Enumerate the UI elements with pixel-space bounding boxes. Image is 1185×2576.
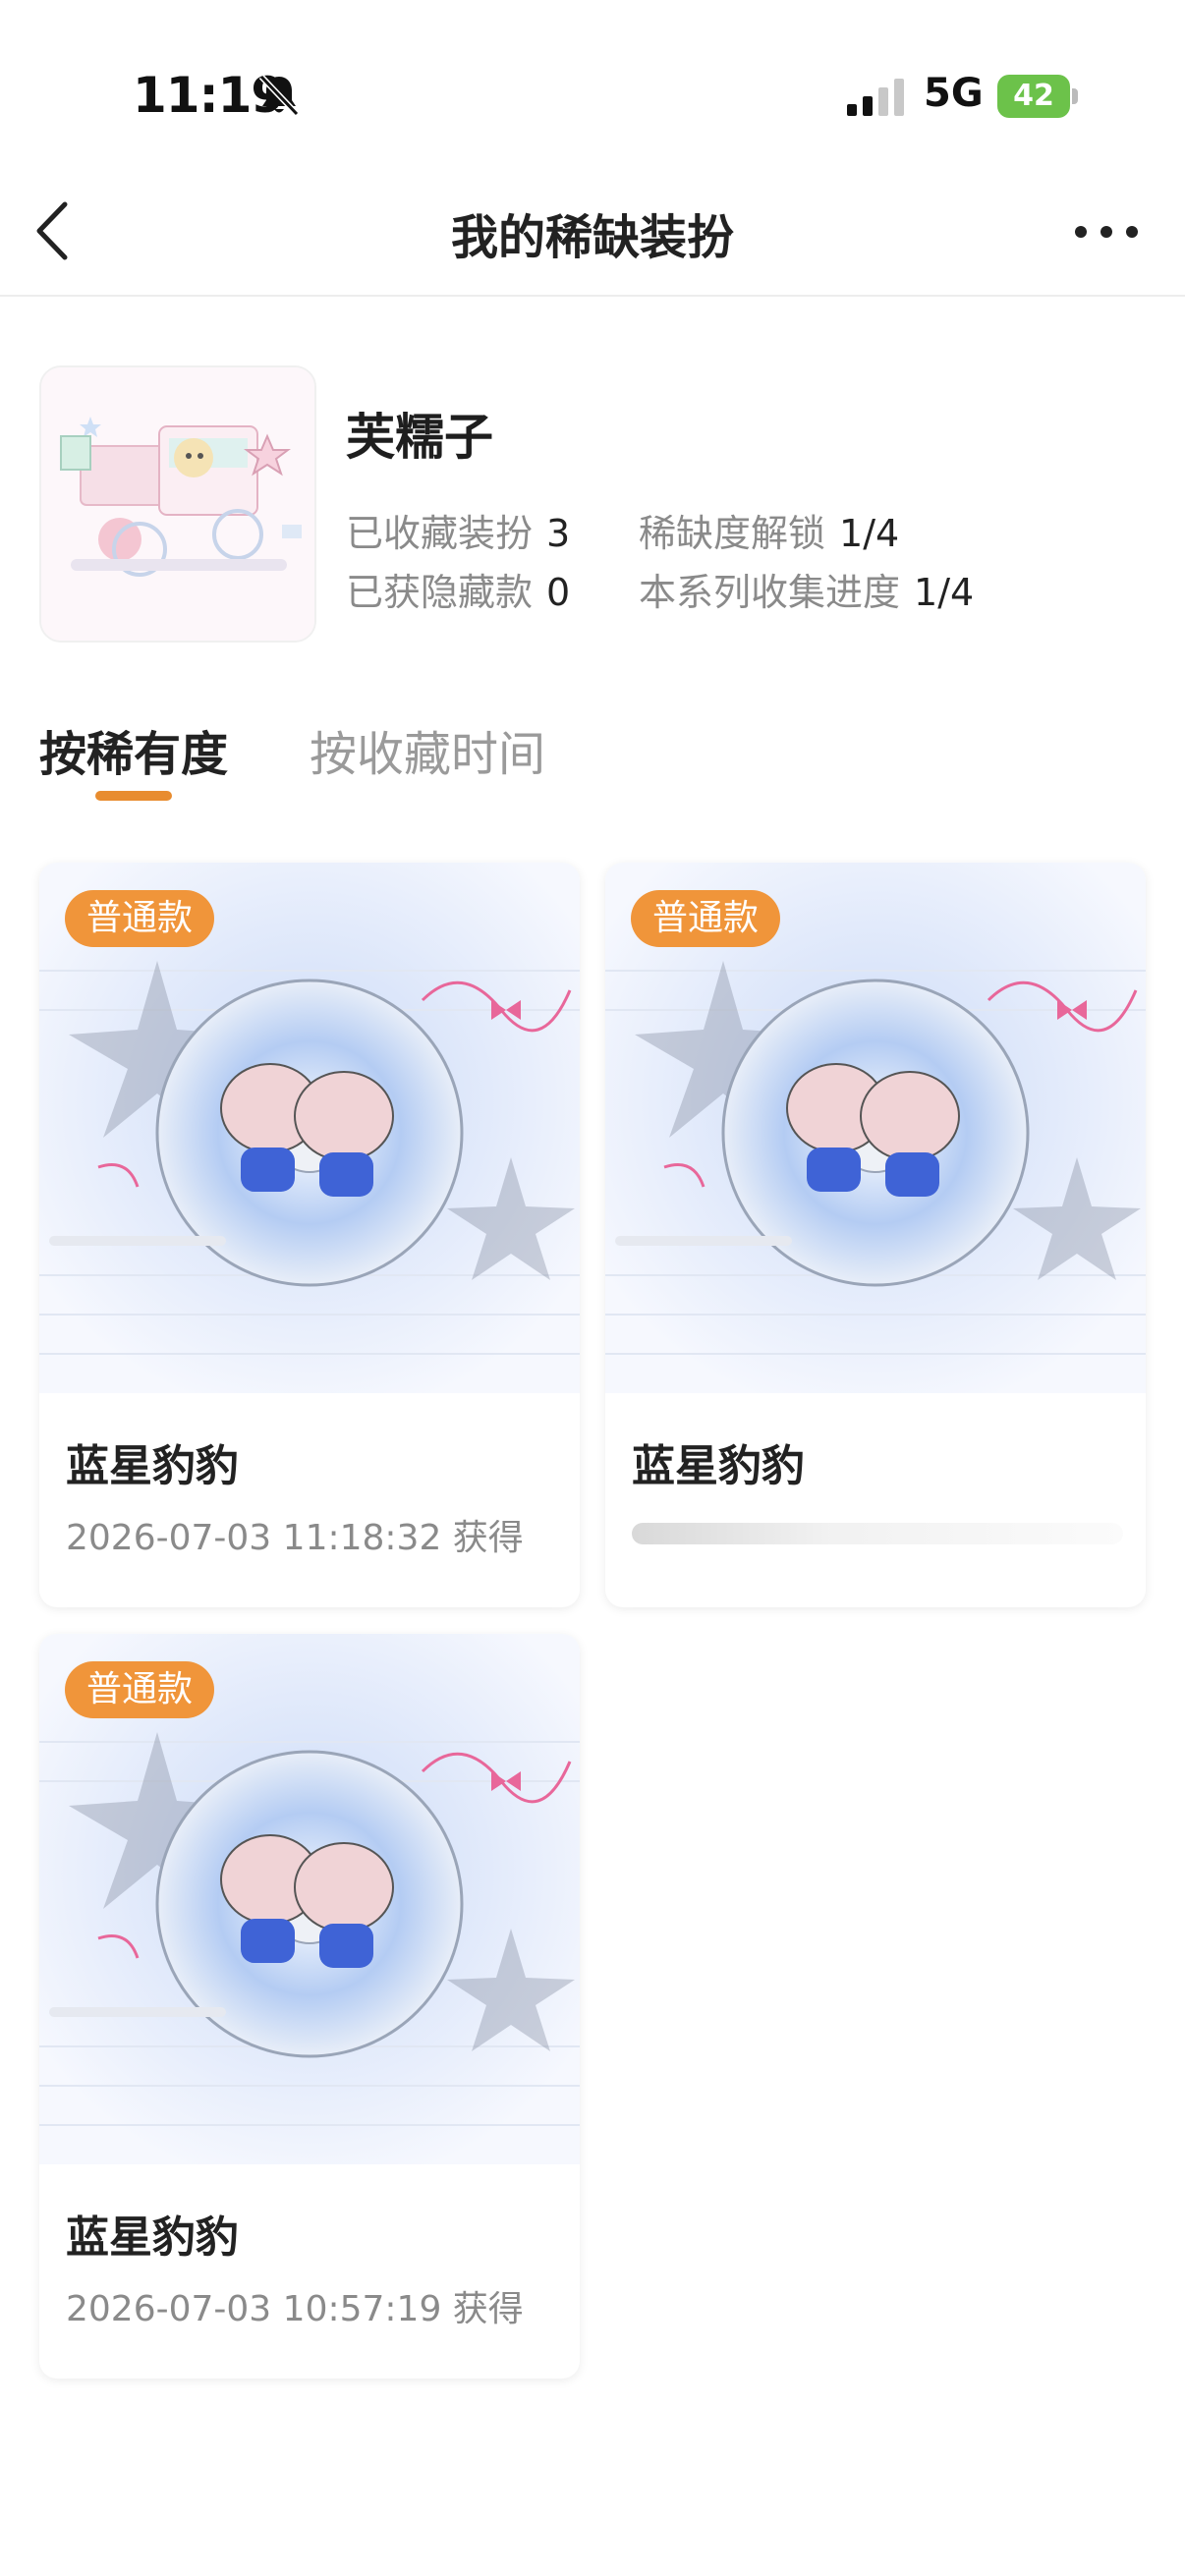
stat-label: 已收藏装扮 bbox=[346, 512, 534, 555]
more-icon[interactable] bbox=[1071, 218, 1142, 246]
avatar bbox=[39, 365, 316, 643]
item-title: 蓝星豹豹 bbox=[66, 2212, 239, 2263]
stat-label: 本系列收集进度 bbox=[639, 571, 901, 614]
status-bar: 11:19 5G 42 bbox=[0, 0, 1185, 167]
stat-value: 0 bbox=[546, 571, 571, 614]
tab-indicator bbox=[95, 791, 172, 801]
item-date: 2026-07-03 11:18:32 获得 bbox=[66, 1518, 524, 1558]
battery-level: 42 bbox=[1013, 79, 1054, 113]
navbar: 我的稀缺装扮 bbox=[0, 167, 1185, 297]
item-card[interactable]: 普通款 蓝星豹豹 2026-07-03 10:57:19 获得 bbox=[39, 1634, 580, 2379]
page-title: 我的稀缺装扮 bbox=[450, 210, 734, 265]
item-card[interactable]: 普通款 蓝星豹豹 bbox=[605, 863, 1146, 1607]
item-image: 普通款 bbox=[39, 863, 580, 1393]
stat-value: 3 bbox=[546, 512, 571, 555]
stat-series-progress: 本系列收集进度 1/4 bbox=[639, 562, 974, 616]
rarity-badge: 普通款 bbox=[65, 1661, 215, 1718]
stat-label: 已获隐藏款 bbox=[346, 571, 534, 614]
tab-by-rarity[interactable]: 按稀有度 bbox=[39, 715, 228, 784]
item-date: 2026-07-03 10:57:19 获得 bbox=[66, 2289, 524, 2329]
stat-value: 1/4 bbox=[914, 571, 975, 614]
item-card[interactable]: 普通款 蓝星豹豹 2026-07-03 11:18:32 获得 bbox=[39, 863, 580, 1607]
profile-name: 芙糯子 bbox=[346, 409, 493, 466]
bell-muted-icon bbox=[258, 74, 300, 117]
item-image: 普通款 bbox=[605, 863, 1146, 1393]
network-type: 5G bbox=[924, 71, 984, 116]
stat-rarity-unlock: 稀缺度解锁 1/4 bbox=[639, 503, 899, 557]
rarity-badge: 普通款 bbox=[65, 890, 215, 947]
loading-placeholder bbox=[632, 1523, 1123, 1544]
stat-hidden: 已获隐藏款 0 bbox=[346, 562, 570, 616]
battery-icon: 42 bbox=[997, 75, 1078, 118]
signal-icon bbox=[847, 79, 904, 116]
stat-label: 稀缺度解锁 bbox=[639, 512, 826, 555]
rarity-badge: 普通款 bbox=[631, 890, 781, 947]
item-title: 蓝星豹豹 bbox=[66, 1441, 239, 1491]
item-image: 普通款 bbox=[39, 1634, 580, 2164]
stat-value: 1/4 bbox=[839, 512, 900, 555]
stat-collected: 已收藏装扮 3 bbox=[346, 503, 570, 557]
avatar-illustration bbox=[41, 367, 314, 641]
tab-by-time[interactable]: 按收藏时间 bbox=[310, 715, 545, 784]
item-title: 蓝星豹豹 bbox=[632, 1441, 805, 1491]
